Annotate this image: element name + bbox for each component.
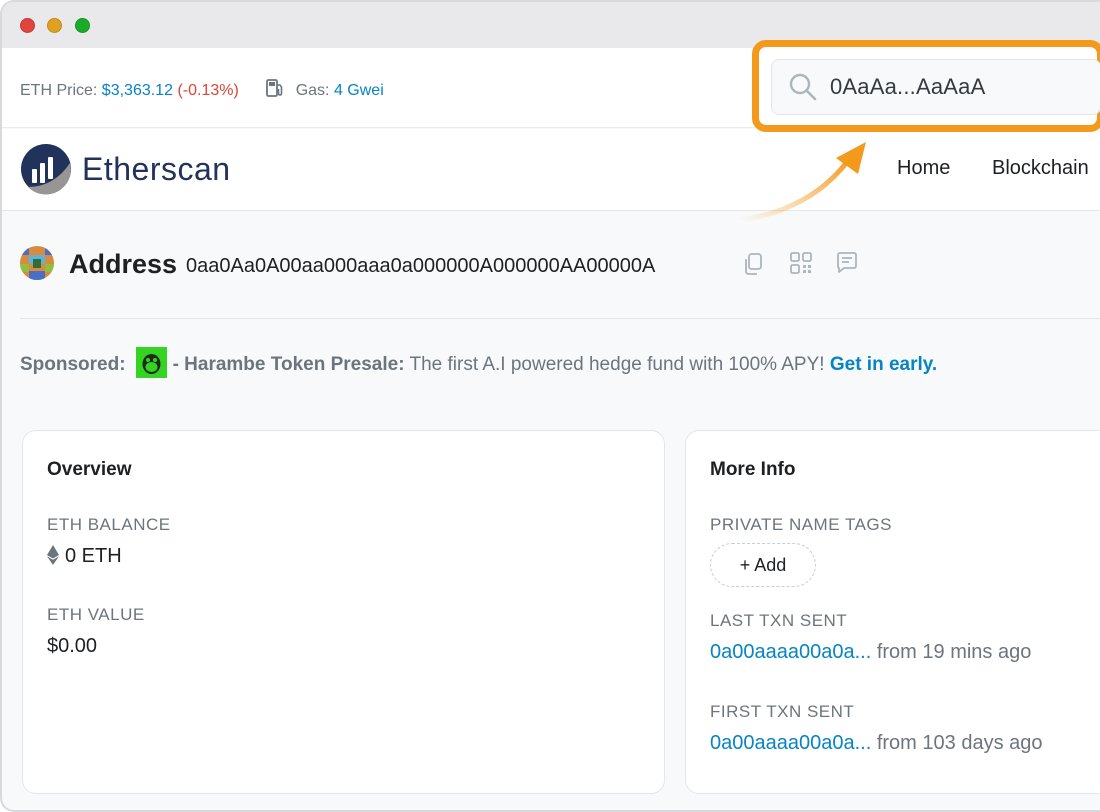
private-name-tags-label: PRIVATE NAME TAGS: [710, 515, 892, 534]
first-txn-hash-link[interactable]: 0a00aaaa00a0a...: [710, 732, 871, 754]
address-avatar: [20, 246, 54, 280]
sponsor-link[interactable]: Get in early.: [830, 354, 937, 375]
eth-price-value[interactable]: $3,363.12: [102, 82, 173, 99]
search-highlight: 0AaAa...AaAaA: [752, 40, 1100, 132]
last-txn-hash-link[interactable]: 0a00aaaa00a0a...: [710, 641, 871, 663]
search-icon: [788, 72, 818, 107]
gas-pump-icon: [265, 78, 285, 103]
sponsored-label: Sponsored:: [20, 354, 126, 375]
overview-card: Overview ETH BALANCE 0 ETH ETH VALUE $0.…: [22, 430, 665, 794]
nav-item-home[interactable]: Home: [897, 157, 950, 180]
address-hash: 0aa0Aa0A00aa000aaa0a000000A000000AA00000…: [186, 255, 656, 277]
last-txn-age: from 19 mins ago: [876, 641, 1032, 663]
eth-price-label: ETH Price:: [20, 82, 98, 99]
ethereum-icon: [47, 545, 59, 571]
qr-code-icon[interactable]: [790, 252, 812, 279]
eth-value-value: $0.00: [47, 635, 98, 657]
address-title: Address: [69, 249, 178, 279]
more-info-title: More Info: [710, 459, 796, 480]
eth-value-label: ETH VALUE: [47, 605, 145, 624]
browser-window: ETH Price: $3,363.12 (-0.13%) Gas: 4 Gwe…: [0, 0, 1100, 812]
etherscan-logo-text[interactable]: Etherscan: [82, 151, 231, 188]
comment-icon[interactable]: [836, 252, 858, 279]
sponsor-name: - Harambe Token Presale:: [172, 354, 405, 375]
search-input-value[interactable]: 0AaAa...AaAaA: [830, 74, 985, 100]
last-txn-label: LAST TXN SENT: [710, 611, 848, 630]
nav-item-blockchain[interactable]: Blockchain: [992, 157, 1089, 180]
etherscan-logo-icon[interactable]: [20, 143, 72, 200]
eth-price-change: (-0.13%): [177, 82, 239, 99]
eth-balance-text: 0 ETH: [65, 545, 122, 567]
section-divider: [20, 318, 1100, 319]
minimize-window-button[interactable]: [47, 18, 62, 33]
first-txn-label: FIRST TXN SENT: [710, 702, 855, 721]
main-navbar: Etherscan Home Blockchain: [2, 129, 1100, 211]
eth-balance-label: ETH BALANCE: [47, 515, 171, 534]
first-txn-age: from 103 days ago: [876, 732, 1043, 754]
last-txn-row: 0a00aaaa00a0a... from 19 mins ago: [710, 641, 1031, 664]
gas-value[interactable]: 4 Gwei: [334, 82, 384, 99]
copy-address-icon[interactable]: [742, 252, 764, 281]
harambe-logo-icon: [135, 347, 167, 378]
overview-title: Overview: [47, 459, 132, 480]
sponsored-banner: Sponsored: - Harambe Token Presale: The f…: [20, 347, 937, 378]
maximize-window-button[interactable]: [75, 18, 90, 33]
eth-balance-value: 0 ETH: [47, 545, 122, 571]
highlight-arrow-icon: [737, 142, 866, 223]
more-info-card: More Info PRIVATE NAME TAGS + Add LAST T…: [685, 430, 1100, 794]
price-info: ETH Price: $3,363.12 (-0.13%) Gas: 4 Gwe…: [20, 78, 384, 103]
gas-label: Gas:: [295, 82, 330, 99]
add-name-tag-button[interactable]: + Add: [710, 543, 816, 587]
sponsor-text: The first A.I powered hedge fund with 10…: [409, 354, 825, 375]
search-input[interactable]: 0AaAa...AaAaA: [771, 59, 1100, 115]
close-window-button[interactable]: [20, 18, 35, 33]
first-txn-row: 0a00aaaa00a0a... from 103 days ago: [710, 732, 1043, 755]
address-header: Address 0aa0Aa0A00aa000aaa0a000000A00000…: [20, 246, 1100, 286]
